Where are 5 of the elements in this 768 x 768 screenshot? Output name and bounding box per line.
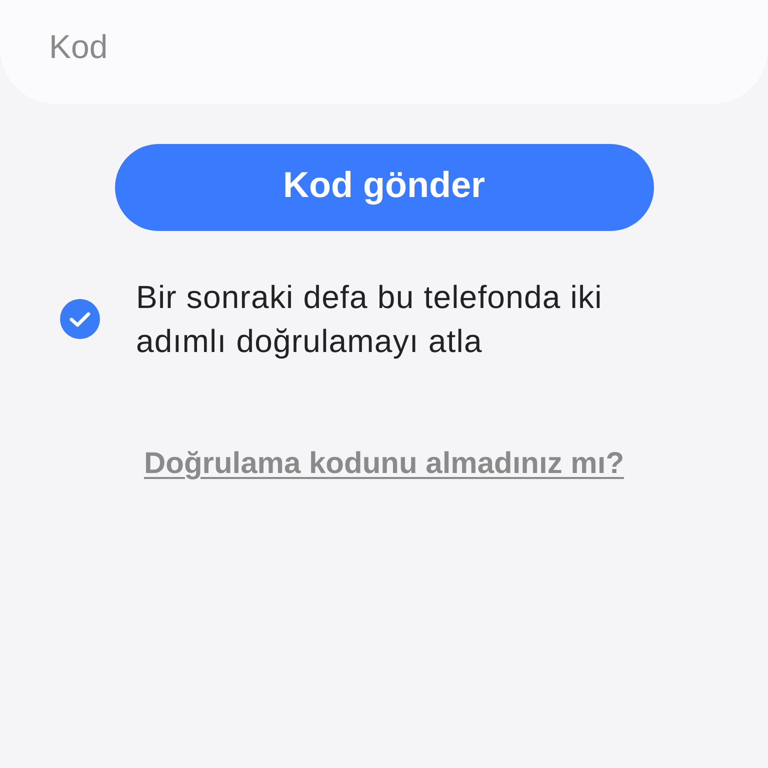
send-code-button[interactable]: Kod gönder (114, 144, 654, 231)
checkbox-label: Bir sonraki defa bu telefonda iki adımlı doğrulamayı atla (136, 278, 604, 361)
code-field[interactable]: Kod (0, 0, 768, 104)
checkbox-icon[interactable] (60, 299, 100, 339)
resend-help-link[interactable]: Doğrulama kodunu almadınız mı? (144, 447, 624, 481)
